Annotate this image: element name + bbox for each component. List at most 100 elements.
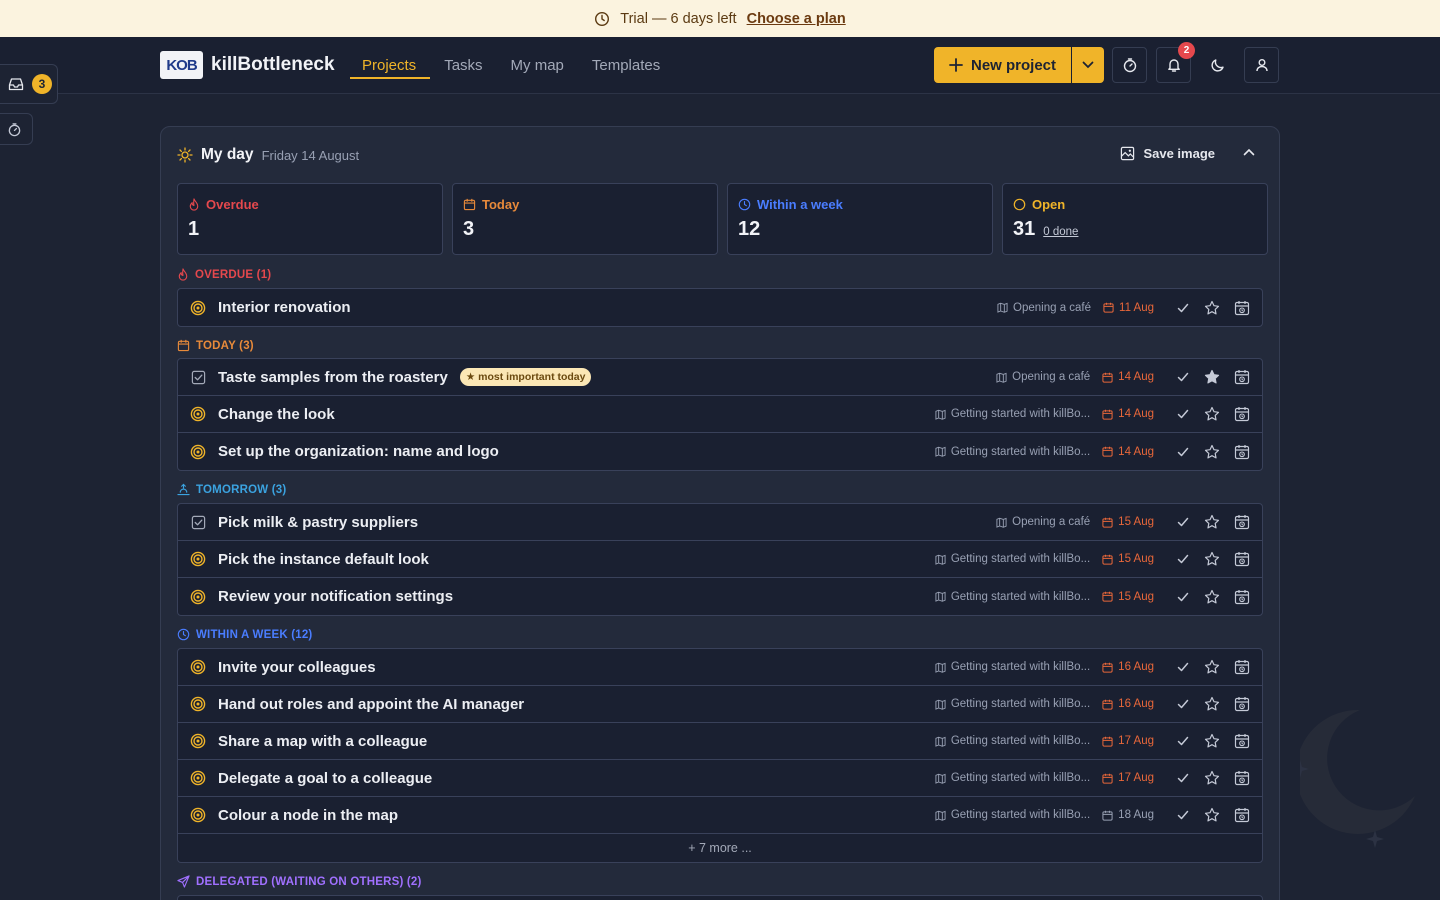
complete-check-icon[interactable]	[1176, 660, 1190, 674]
complete-check-icon[interactable]	[1176, 734, 1190, 748]
save-image-button[interactable]: Save image	[1120, 146, 1215, 161]
timer-button[interactable]	[1112, 47, 1147, 83]
stat-today[interactable]: Today 3	[452, 183, 718, 255]
task-title[interactable]: Invite your colleagues	[218, 659, 376, 676]
star-icon[interactable]	[1204, 807, 1220, 823]
task-row[interactable]: Invite your colleagues Getting started wi…	[178, 649, 1262, 686]
stat-open-done-link[interactable]: 0 done	[1043, 226, 1078, 238]
nav-tasks[interactable]: Tasks	[430, 37, 496, 94]
star-icon[interactable]	[1204, 444, 1220, 460]
stat-overdue-value: 1	[188, 218, 200, 240]
task-row[interactable]: Hand out roles and appoint the AI manage…	[178, 686, 1262, 723]
task-project[interactable]: Getting started with killBo...	[935, 809, 1090, 821]
star-icon[interactable]	[1204, 589, 1220, 605]
reschedule-icon[interactable]	[1234, 406, 1250, 422]
reschedule-icon[interactable]	[1234, 589, 1250, 605]
star-icon[interactable]	[1204, 696, 1220, 712]
task-title[interactable]: Taste samples from the roastery	[218, 369, 448, 386]
complete-check-icon[interactable]	[1176, 445, 1190, 459]
task-project[interactable]: Getting started with killBo...	[935, 698, 1090, 710]
reschedule-icon[interactable]	[1234, 696, 1250, 712]
reschedule-icon[interactable]	[1234, 369, 1250, 385]
task-title[interactable]: Pick the instance default look	[218, 551, 429, 568]
complete-check-icon[interactable]	[1176, 407, 1190, 421]
task-title[interactable]: Colour a node in the map	[218, 807, 398, 824]
task-project[interactable]: Getting started with killBo...	[935, 772, 1090, 784]
profile-button[interactable]	[1244, 47, 1279, 83]
calendar-icon	[177, 339, 190, 352]
task-row[interactable]: Set up the organization: name and logo Ge…	[178, 433, 1262, 470]
nav-projects[interactable]: Projects	[350, 37, 431, 94]
star-icon[interactable]	[1204, 770, 1220, 786]
task-row[interactable]: Review your notification settings Getting…	[178, 578, 1262, 615]
task-project[interactable]: Getting started with killBo...	[935, 446, 1090, 458]
task-title[interactable]: Share a map with a colleague	[218, 733, 427, 750]
task-project[interactable]: Opening a café	[996, 516, 1090, 528]
complete-check-icon[interactable]	[1176, 771, 1190, 785]
task-project[interactable]: Opening a café	[996, 371, 1090, 383]
task-project[interactable]: Getting started with killBo...	[935, 408, 1090, 420]
reschedule-icon[interactable]	[1234, 733, 1250, 749]
complete-check-icon[interactable]	[1176, 590, 1190, 604]
complete-check-icon[interactable]	[1176, 552, 1190, 566]
task-project[interactable]: Getting started with killBo...	[935, 553, 1090, 565]
task-title[interactable]: Interior renovation	[218, 299, 351, 316]
task-project[interactable]: Getting started with killBo...	[935, 735, 1090, 747]
task-row[interactable]: Taste samples from the roastery ★ most im…	[178, 359, 1262, 396]
task-title[interactable]: Change the look	[218, 406, 335, 423]
reschedule-icon[interactable]	[1234, 659, 1250, 675]
task-title[interactable]: Delegate a goal to a colleague	[218, 770, 432, 787]
notifications-button[interactable]: 2	[1156, 42, 1195, 83]
timer-tab[interactable]	[0, 113, 33, 145]
stat-open[interactable]: Open 31 0 done	[1002, 183, 1268, 255]
complete-check-icon[interactable]	[1176, 515, 1190, 529]
complete-check-icon[interactable]	[1176, 697, 1190, 711]
task-row[interactable]: Interior renovation Opening a café 11 Aug	[178, 289, 1262, 326]
task-row[interactable]: Share a map with a colleague Getting star…	[178, 723, 1262, 760]
reschedule-icon[interactable]	[1234, 551, 1250, 567]
nav-templates[interactable]: Templates	[578, 37, 674, 94]
most-important-pill: ★ most important today	[459, 368, 592, 386]
task-project[interactable]: Opening a café	[997, 302, 1091, 314]
reschedule-icon[interactable]	[1234, 444, 1250, 460]
show-more-link[interactable]: + 7 more ...	[178, 834, 1262, 862]
star-icon[interactable]	[1204, 659, 1220, 675]
new-project-dropdown[interactable]	[1072, 47, 1104, 83]
task-title[interactable]: Pick milk & pastry suppliers	[218, 514, 418, 531]
star-icon[interactable]	[1204, 551, 1220, 567]
delegated-list	[177, 895, 1263, 900]
star-icon[interactable]	[1204, 300, 1220, 316]
reschedule-icon[interactable]	[1234, 807, 1250, 823]
stat-week[interactable]: Within a week 12	[727, 183, 993, 255]
collapse-button[interactable]	[1243, 148, 1255, 156]
star-icon[interactable]	[1204, 406, 1220, 422]
star-icon[interactable]	[1204, 733, 1220, 749]
brand[interactable]: KOB killBottleneck	[160, 51, 335, 79]
reschedule-icon[interactable]	[1234, 300, 1250, 316]
task-row[interactable]: Change the look Getting started with kill…	[178, 396, 1262, 433]
send-icon	[177, 875, 190, 888]
theme-toggle[interactable]	[1200, 47, 1235, 83]
new-project-button[interactable]: New project	[934, 47, 1071, 83]
choose-plan-link[interactable]: Choose a plan	[747, 11, 846, 27]
task-title[interactable]: Hand out roles and appoint the AI manage…	[218, 696, 524, 713]
complete-check-icon[interactable]	[1176, 808, 1190, 822]
nav-my-map[interactable]: My map	[497, 37, 578, 94]
task-project[interactable]: Getting started with killBo...	[935, 661, 1090, 673]
task-row[interactable]: Colour a node in the map Getting started …	[178, 797, 1262, 834]
star-icon[interactable]	[1204, 369, 1220, 385]
task-row[interactable]: Pick milk & pastry suppliers Opening a ca…	[178, 504, 1262, 541]
stat-overdue[interactable]: Overdue 1	[177, 183, 443, 255]
task-row[interactable]: Delegate a goal to a colleague Getting st…	[178, 760, 1262, 797]
task-title[interactable]: Review your notification settings	[218, 588, 453, 605]
reschedule-icon[interactable]	[1234, 514, 1250, 530]
inbox-tab[interactable]: 3	[0, 64, 58, 104]
reschedule-icon[interactable]	[1234, 770, 1250, 786]
task-title[interactable]: Set up the organization: name and logo	[218, 443, 499, 460]
task-row[interactable]: Pick the instance default look Getting st…	[178, 541, 1262, 578]
task-project[interactable]: Getting started with killBo...	[935, 591, 1090, 603]
complete-check-icon[interactable]	[1176, 301, 1190, 315]
task-actions	[1176, 659, 1250, 675]
star-icon[interactable]	[1204, 514, 1220, 530]
complete-check-icon[interactable]	[1176, 370, 1190, 384]
